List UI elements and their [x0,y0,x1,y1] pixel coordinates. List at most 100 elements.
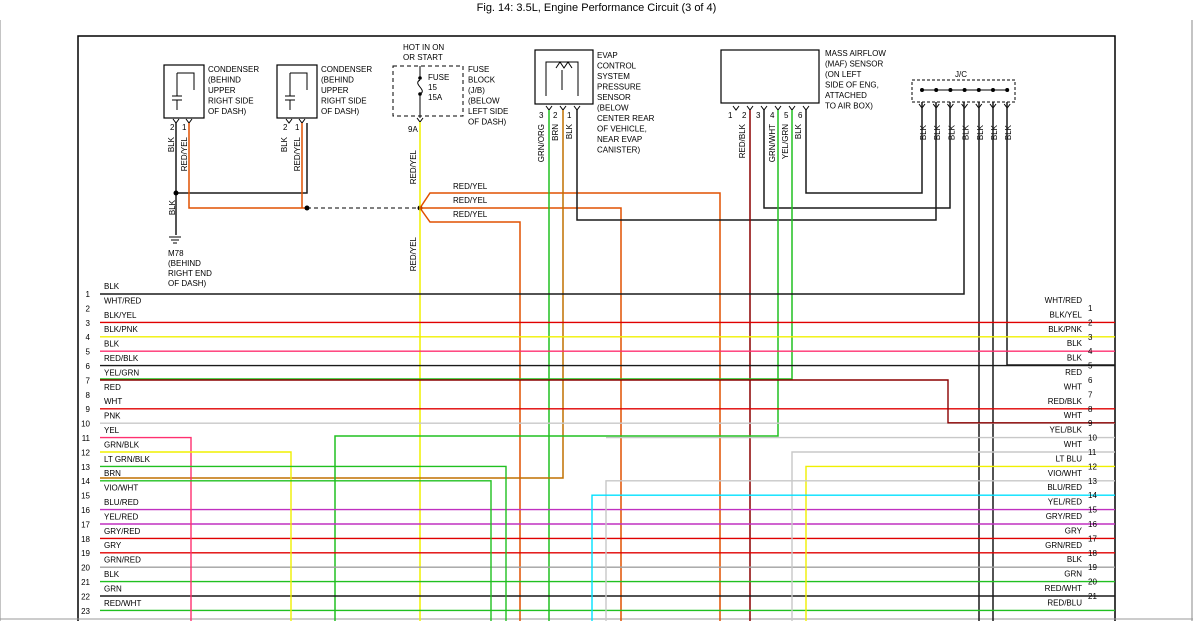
condenser-pin-mark [298,118,306,124]
condenser-1-pin: 1 [182,123,187,132]
left-row-number: 12 [81,448,90,457]
right-row-number: 16 [1088,520,1097,529]
left-row-label: GRN/BLK [104,440,140,449]
ground-label: RIGHT END [168,269,212,278]
left-row-label: VIO/WHT [104,484,138,493]
condenser-2-wire-label: BLK [280,136,289,152]
jc-wire-label: BLK [1004,124,1013,140]
left-row-number: 19 [81,549,90,558]
left-row-number: 5 [86,348,91,357]
maf-pin-mark [746,105,754,111]
evap-wire-label: BRN [551,124,560,141]
fuse-block-label: (BELOW [468,97,500,106]
condenser-2-pin: 2 [283,123,288,132]
row-wire-13 [100,480,492,621]
condenser-1-wire-label: RED/YEL [180,136,189,171]
condenser-1-label: (BEHIND [208,76,241,85]
jc-wire-label: BLK [990,124,999,140]
ground-wire [175,123,308,194]
maf-blk2-wire [805,102,923,194]
condenser-1-pin: 2 [170,123,175,132]
fuse-branch-label: RED/YEL [453,196,488,205]
maf-wire-label: YEL/GRN [781,124,790,159]
jc-terminal [934,88,939,92]
left-row-label: LT GRN/BLK [104,455,151,464]
right-row-label: GRY [1065,526,1083,535]
right-row-number: 10 [1088,434,1097,443]
right-row-number: 7 [1088,390,1093,399]
evap-pin-mark [545,105,553,111]
left-row-number: 22 [81,592,90,601]
evap-sensor-label: (BELOW [597,104,629,113]
left-row-label: GRN [104,584,122,593]
right-row-number: 11 [1088,448,1097,457]
left-row-label: WHT/RED [104,296,142,305]
left-row-label: RED/WHT [104,599,141,608]
fuse-block-label: OF DASH) [468,118,507,127]
left-row-label: YEL [104,426,120,435]
maf-wire-label: GRN/WHT [768,124,777,162]
maf-pin: 1 [728,111,733,120]
wiring-diagram: CONDENSER(BEHINDUPPERRIGHT SIDEOF DASH)2… [0,20,1193,621]
left-row-label: GRY [104,541,122,550]
left-row-label: BRN [104,469,121,478]
right-row-label: WHT [1064,382,1082,391]
right-row-label: BLK [1067,555,1083,564]
fuse-wire-label: RED/YEL [409,149,418,184]
right-row-number: 6 [1088,376,1093,385]
fuse-block-label: FUSE [468,65,489,74]
left-row-number: 15 [81,492,90,501]
right-row-label: GRN [1064,570,1082,579]
jc-wire-label: BLK [947,124,956,140]
left-row-number: 8 [86,391,91,400]
evap-sensor-label: NEAR EVAP [597,135,642,144]
left-row-label: GRY/RED [104,527,141,536]
right-row-label: YEL/BLK [1050,426,1083,435]
left-row-number: 4 [86,333,91,342]
right-row-label: BLK/PNK [1048,325,1082,334]
right-row-label: WHT/RED [1045,296,1083,305]
condenser-2-label: OF DASH) [321,107,360,116]
evap-sensor-label: CONTROL [597,62,637,71]
right-row-number: 12 [1088,462,1097,471]
maf-sensor-label: SIDE OF ENG, [825,81,879,90]
maf-pin: 2 [742,111,747,120]
fuse-block-label: (J/B) [468,86,485,95]
left-row-number: 6 [86,362,91,371]
fuse-symbol [417,66,423,118]
condenser-1-symbol [172,72,195,110]
maf-pin: 5 [784,111,789,120]
ground-label: M78 [168,249,184,258]
right-row-number: 1 [1088,304,1093,313]
left-row-label: BLK [104,340,120,349]
maf-pin: 3 [756,111,761,120]
left-row-label: PNK [104,412,121,421]
evap-wire-label: GRN/ORG [537,124,546,162]
right-row-number: 21 [1088,592,1097,601]
maf-wire-label: BLK [794,123,803,139]
evap-sensor-box [534,49,594,105]
evap-pin-mark [559,105,567,111]
fuse-branch-label: RED/YEL [453,182,488,191]
right-row-number: 17 [1088,534,1097,543]
maf-pin-mark [760,105,768,111]
right-row-label: WHT [1064,411,1082,420]
fuse-label: 15A [428,93,443,102]
condenser-2-label: RIGHT SIDE [321,97,367,106]
right-row-number: 9 [1088,419,1093,428]
fuse-header: HOT IN ON [403,43,444,52]
evap-sensor-label: SYSTEM [597,72,630,81]
evap-pin-mark [573,105,581,111]
evap-sensor-label: CANISTER) [597,146,640,155]
left-row-label: WHT [104,397,122,406]
left-row-number: 17 [81,520,90,529]
right-row-number: 8 [1088,405,1093,414]
evap-pin: 2 [553,111,558,120]
right-row-label: GRN/RED [1045,541,1082,550]
row-wire-6 [100,379,1115,424]
evap-pin: 3 [539,111,544,120]
right-row-number: 20 [1088,578,1097,587]
maf-pin-mark [788,105,796,111]
left-row-number: 16 [81,506,90,515]
left-row-label: BLU/RED [104,498,139,507]
